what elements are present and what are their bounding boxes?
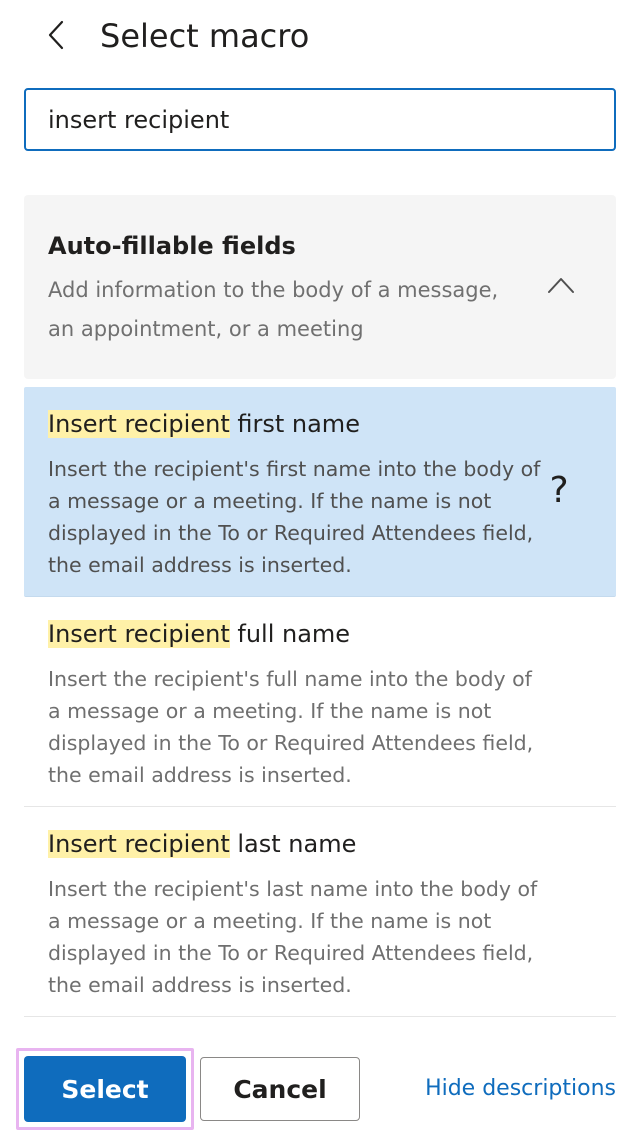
cancel-button[interactable]: Cancel: [200, 1057, 360, 1121]
help-icon[interactable]: ?: [542, 467, 576, 515]
select-macro-panel: Select macro Auto-fillable fields Add in…: [0, 0, 638, 1138]
search-match-highlight: Insert recipient: [48, 830, 230, 858]
group-header-auto-fillable-fields[interactable]: Auto-fillable fields Add information to …: [24, 195, 616, 379]
header: Select macro: [0, 0, 638, 76]
macro-item-first-name[interactable]: Insert recipient first name Insert the r…: [24, 387, 616, 597]
chevron-up-icon[interactable]: [546, 275, 576, 295]
macro-item-title: Insert recipient full name: [48, 617, 350, 651]
macro-item-title-rest: full name: [229, 620, 351, 648]
macro-item-title-rest: last name: [229, 830, 357, 858]
select-button[interactable]: Select: [24, 1056, 186, 1122]
search-input[interactable]: [48, 90, 596, 149]
back-button[interactable]: [36, 14, 76, 56]
chevron-left-icon: [48, 20, 64, 50]
macro-item-last-name[interactable]: Insert recipient last name Insert the re…: [24, 807, 616, 1017]
hide-descriptions-link[interactable]: Hide descriptions: [425, 1073, 616, 1105]
macro-item-description: Insert the recipient's full name into th…: [48, 667, 534, 787]
group-title: Auto-fillable fields: [48, 232, 296, 260]
search-match-highlight: Insert recipient: [48, 620, 230, 648]
page-title: Select macro: [100, 17, 310, 55]
macro-item-title: Insert recipient last name: [48, 827, 356, 861]
search-match-highlight: Insert recipient: [48, 410, 230, 438]
macro-item-full-name[interactable]: Insert recipient full name Insert the re…: [24, 597, 616, 807]
macro-item-title: Insert recipient first name: [48, 407, 360, 441]
group-description: Add information to the body of a message…: [48, 278, 499, 341]
macro-item-description: Insert the recipient's first name into t…: [48, 457, 541, 577]
macro-item-title-rest: first name: [229, 410, 360, 438]
macro-item-description: Insert the recipient's last name into th…: [48, 877, 538, 997]
search-box: [24, 88, 616, 151]
